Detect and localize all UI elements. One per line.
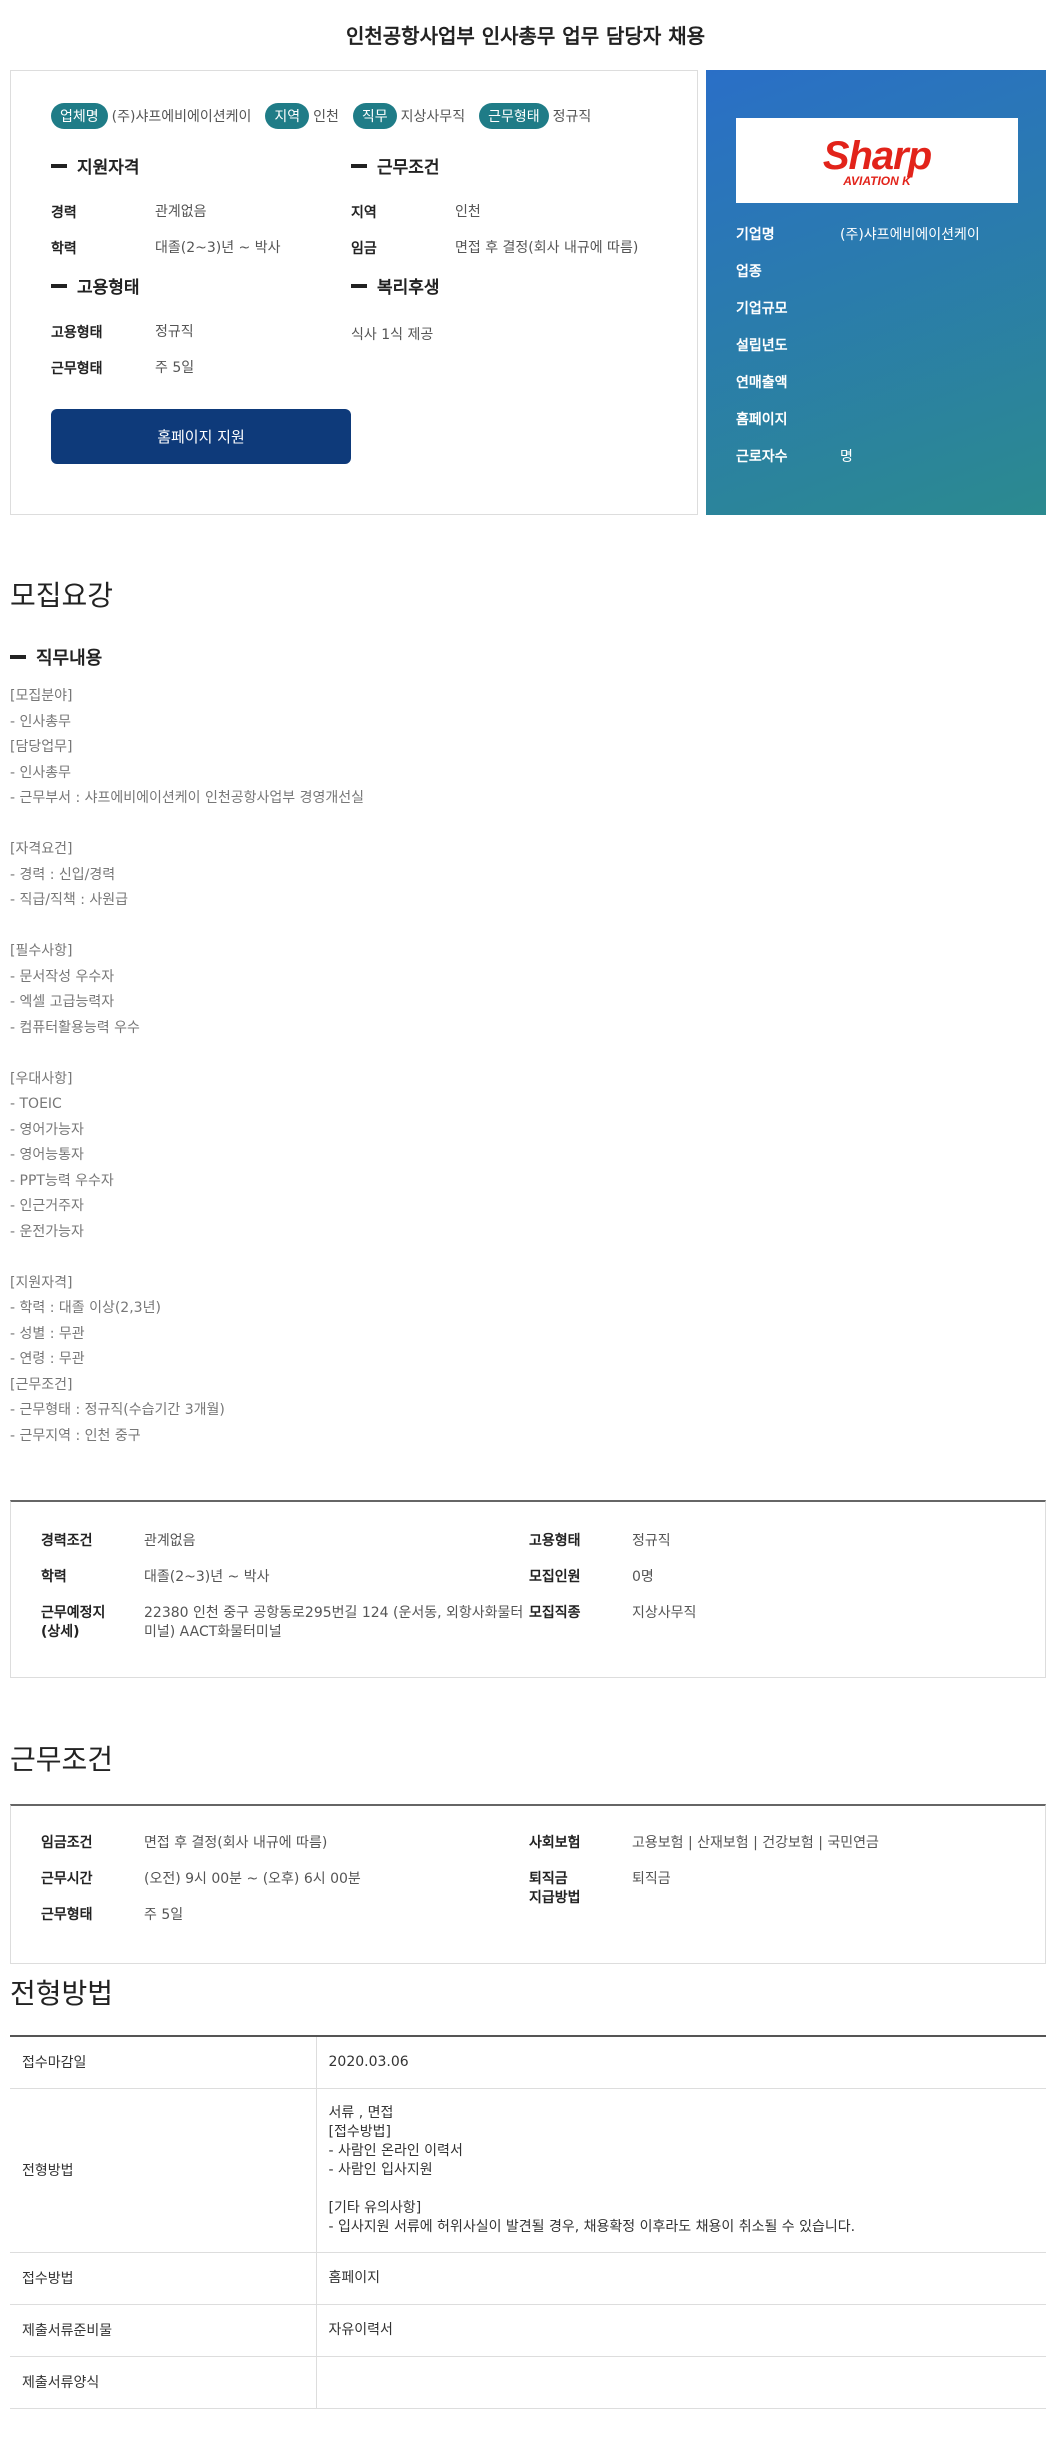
tag-worktype-label: 근무형태	[479, 103, 549, 129]
company-row: 기업규모	[736, 301, 788, 317]
company-row: 연매출액	[736, 375, 788, 391]
description-line: - 직급/직책 : 사원급	[10, 892, 128, 908]
company-row: 기업명 (주)샤프에비에이션케이	[736, 227, 980, 243]
summary-row: 경력조건 관계없음	[41, 1533, 196, 1549]
description-line: - 성별 : 무관	[10, 1325, 85, 1342]
condition-row: 퇴직금 지급방법 퇴직금	[529, 1871, 671, 1906]
company-row: 업종	[736, 264, 762, 280]
tag-company-label: 업체명	[51, 103, 108, 129]
recruit-summary-box: 경력조건 관계없음 학력 대졸(2~3)년 ~ 박사 근무예정지 (상세) 22380…	[10, 1500, 1046, 1678]
table-row: 전형방법 서류 , 면접 [접수방법] - 사람인 온라인 이력서 - 사람인 입…	[10, 2088, 1046, 2253]
info-row: 경력 관계없음	[51, 204, 207, 221]
summary-row: 고용형태 정규직	[529, 1533, 671, 1549]
summary-row: 학력 대졸(2~3)년 ~ 박사	[41, 1569, 270, 1585]
description-line: - 운전가능자	[10, 1223, 84, 1240]
table-row: 제출서류준비물 자유이력서	[10, 2304, 1046, 2357]
summary-row: 근무예정지 (상세) 22380 인천 중구 공항동로295번길 124 (운서동…	[41, 1605, 524, 1640]
homepage-apply-button[interactable]: 홈페이지 지원	[51, 409, 351, 464]
description-line: [모집분야]	[10, 688, 73, 704]
info-row: 근무형태 주 5일	[51, 360, 195, 377]
table-row: 접수마감일 2020.03.06	[10, 2036, 1046, 2089]
description-line: - 인사총무	[10, 764, 72, 781]
company-row: 근로자수 명	[736, 449, 853, 465]
company-logo: Sharp AVIATION K	[736, 118, 1018, 203]
description-line: - 컴퓨터활용능력 우수	[10, 1019, 140, 1036]
condition-row: 근무시간 (오전) 9시 00분 ~ (오후) 6시 00분	[41, 1871, 361, 1887]
welfare-section: 복리후생 식사 1식 제공	[351, 273, 631, 344]
description-line: - 영어가능자	[10, 1121, 84, 1138]
condition-row: 근무형태 주 5일	[41, 1907, 184, 1923]
job-description: [모집분야] - 인사총무 [담당업무] - 인사총무 - 근무부서 : 샤프에비에이션…	[10, 684, 1040, 1449]
condition-row: 임금조건 면접 후 결정(회사 내규에 따름)	[41, 1835, 328, 1851]
page-title: 인천공항사업부 인사총무 업무 담당자 채용	[345, 24, 706, 48]
tag-job-label: 직무	[352, 103, 397, 129]
summary-row: 모집직종 지상사무직	[529, 1605, 697, 1621]
table-row: 제출서류양식	[10, 2356, 1046, 2409]
company-row: 설립년도	[736, 338, 788, 354]
description-line	[10, 1245, 1040, 1271]
work-conditions-box: 임금조건 면접 후 결정(회사 내규에 따름) 근무시간 (오전) 9시 00분 ~…	[10, 1804, 1046, 1964]
description-line: - 인근거주자	[10, 1198, 84, 1214]
company-card: Sharp AVIATION K 기업명 (주)샤프에비에이션케이 업종 기업규모…	[706, 70, 1046, 515]
tag-company-value: (주)샤프에비에이션케이	[111, 109, 252, 125]
welfare-heading: 복리후생	[351, 273, 631, 298]
info-row: 학력 대졸(2~3)년 ~ 박사	[51, 240, 281, 257]
employment-section: 고용형태 고용형태 정규직 근무형태 주 5일	[51, 273, 331, 378]
svg-text:Sharp: Sharp	[823, 134, 932, 178]
tag-region-label: 지역	[265, 103, 310, 129]
description-line: [자격요건]	[10, 841, 73, 857]
info-row: 임금 면접 후 결정(회사 내규에 따름)	[351, 240, 639, 257]
description-line: [담당업무]	[10, 739, 73, 755]
conditions-section: 근무조건 지역 인천 임금 면접 후 결정(회사 내규에 따름)	[351, 153, 651, 258]
description-line: - 근무지역 : 인천 중구	[10, 1427, 141, 1444]
table-row: 접수방법 홈페이지	[10, 2252, 1046, 2305]
description-line	[10, 812, 1040, 838]
description-line: - 근무형태 : 정규직(수습기간 3개월)	[10, 1402, 225, 1418]
description-line: - 경력 : 신입/경력	[10, 866, 116, 883]
summary-row: 모집인원 0명	[529, 1569, 654, 1585]
conditions-heading: 근무조건	[351, 153, 651, 178]
employment-heading: 고용형태	[51, 273, 331, 298]
company-row: 홈페이지	[736, 412, 788, 428]
welfare-text: 식사 1식 제공	[351, 327, 434, 343]
description-line: [우대사항]	[10, 1070, 73, 1087]
description-line: - PPT능력 우수자	[10, 1172, 114, 1189]
recruit-heading: 모집요강	[10, 579, 114, 612]
company-info-list: 기업명 (주)샤프에비에이션케이 업종 기업규모 설립년도 연매출액 홈페이지 근…	[736, 224, 1026, 483]
selection-heading: 전형방법	[10, 1977, 114, 2010]
description-line	[10, 1041, 1040, 1067]
work-conditions-heading: 근무조건	[10, 1743, 114, 1776]
sharp-logo-icon: Sharp AVIATION K	[823, 134, 933, 188]
description-line: - 학력 : 대졸 이상(2,3년)	[10, 1300, 161, 1316]
tag-row: 업체명 (주)샤프에비에이션케이 지역 인천 직무 지상사무직 근무형태 정규직	[51, 103, 605, 129]
info-row: 지역 인천	[351, 204, 481, 221]
description-line: - 연령 : 무관	[10, 1351, 85, 1367]
description-line: - TOEIC	[10, 1096, 62, 1112]
description-line: - 엑셀 고급능력자	[10, 994, 115, 1010]
description-line: - 인사총무	[10, 713, 72, 730]
job-content-heading: 직무내용	[10, 644, 102, 670]
description-line: - 영어능통자	[10, 1147, 84, 1163]
tag-region-value: 인천	[313, 109, 339, 125]
job-summary-card: 업체명 (주)샤프에비에이션케이 지역 인천 직무 지상사무직 근무형태 정규직…	[10, 70, 698, 515]
svg-text:AVIATION K: AVIATION K	[842, 174, 912, 188]
description-line: [필수사항]	[10, 943, 73, 959]
qualification-heading: 지원자격	[51, 153, 331, 178]
description-line: [근무조건]	[10, 1376, 73, 1393]
info-row: 고용형태 정규직	[51, 324, 194, 341]
tag-worktype-value: 정규직	[552, 109, 592, 125]
qualification-section: 지원자격 경력 관계없음 학력 대졸(2~3)년 ~ 박사	[51, 153, 331, 258]
selection-table: 접수마감일 2020.03.06 전형방법 서류 , 면접 [접수방법] - 사람인…	[10, 2035, 1046, 2409]
description-line: [지원자격]	[10, 1274, 73, 1291]
description-line: - 근무부서 : 샤프에비에이션케이 인천공항사업부 경영개선실	[10, 790, 365, 806]
description-line	[10, 914, 1040, 940]
condition-row: 사회보험 고용보험 | 산재보험 | 건강보험 | 국민연금	[529, 1835, 879, 1851]
description-line: - 문서작성 우수자	[10, 968, 115, 985]
tag-job-value: 지상사무직	[400, 109, 466, 125]
